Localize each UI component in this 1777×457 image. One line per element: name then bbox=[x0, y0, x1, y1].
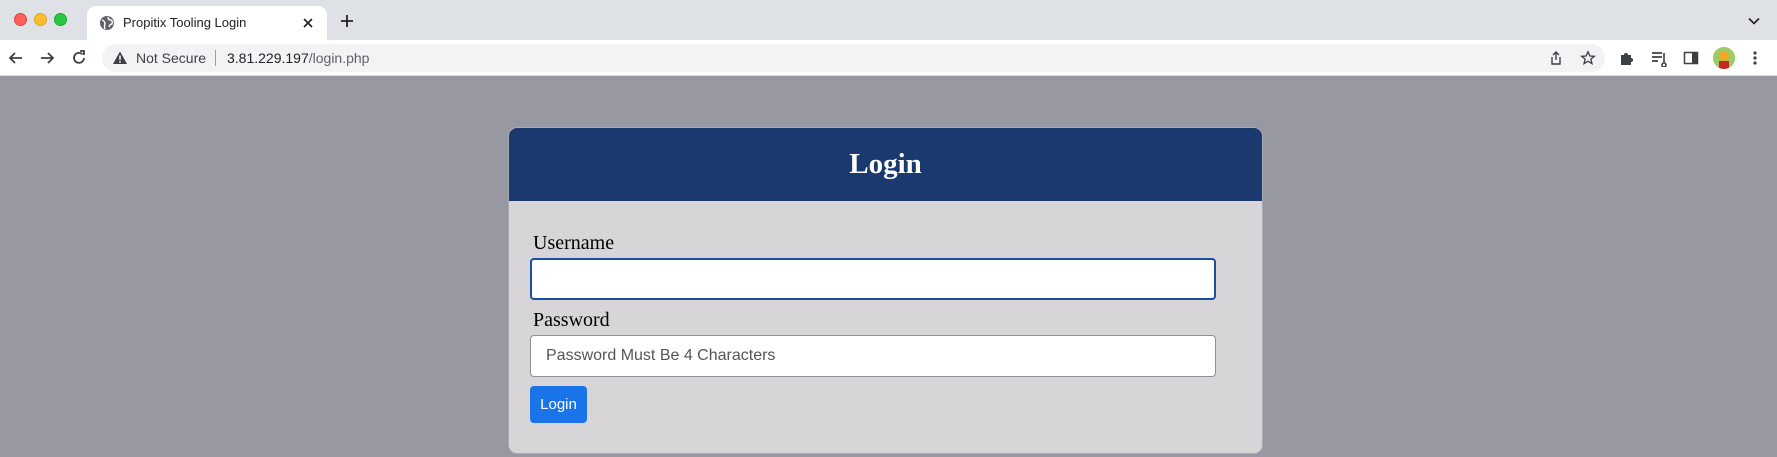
chevron-down-icon[interactable] bbox=[1747, 14, 1761, 28]
extensions-puzzle-icon[interactable] bbox=[1618, 49, 1636, 67]
address-bar[interactable]: Not Secure 3.81.229.197/login.php bbox=[102, 44, 1605, 72]
browser-tab-active[interactable]: Propitix Tooling Login bbox=[87, 6, 327, 40]
window-close-button[interactable] bbox=[14, 13, 27, 26]
reading-list-icon[interactable] bbox=[1650, 49, 1668, 67]
back-arrow-icon[interactable] bbox=[6, 48, 26, 68]
more-menu-icon[interactable] bbox=[1746, 49, 1764, 67]
browser-tabstrip: Propitix Tooling Login bbox=[0, 0, 1777, 40]
new-tab-icon[interactable] bbox=[338, 12, 356, 30]
username-input[interactable] bbox=[530, 258, 1216, 300]
tab-title: Propitix Tooling Login bbox=[123, 15, 247, 30]
password-input[interactable] bbox=[530, 335, 1216, 377]
username-label: Username bbox=[533, 232, 615, 254]
url-text[interactable]: 3.81.229.197/login.php bbox=[227, 50, 369, 66]
profile-avatar-icon bbox=[1713, 47, 1735, 69]
login-card: Login Username Password Login bbox=[508, 127, 1263, 454]
globe-icon bbox=[100, 16, 114, 30]
profile-avatar[interactable] bbox=[1713, 47, 1735, 69]
share-icon[interactable] bbox=[1548, 50, 1564, 66]
password-label: Password bbox=[533, 309, 610, 331]
browser-toolbar: Not Secure 3.81.229.197/login.php bbox=[0, 40, 1777, 76]
url-path: /login.php bbox=[308, 50, 370, 66]
login-button[interactable]: Login bbox=[530, 386, 587, 423]
page-title: Login bbox=[849, 148, 922, 180]
warning-icon bbox=[113, 51, 127, 64]
window-zoom-button[interactable] bbox=[54, 13, 67, 26]
star-bookmark-icon[interactable] bbox=[1580, 50, 1596, 66]
security-label[interactable]: Not Secure bbox=[136, 50, 206, 66]
close-tab-icon[interactable] bbox=[299, 14, 317, 32]
window-minimize-button[interactable] bbox=[34, 13, 47, 26]
login-card-header: Login bbox=[509, 128, 1262, 201]
side-panel-icon[interactable] bbox=[1682, 49, 1700, 67]
url-host: 3.81.229.197 bbox=[227, 50, 309, 66]
forward-arrow-icon[interactable] bbox=[37, 48, 57, 68]
url-divider bbox=[215, 50, 216, 66]
reload-icon[interactable] bbox=[69, 48, 89, 68]
